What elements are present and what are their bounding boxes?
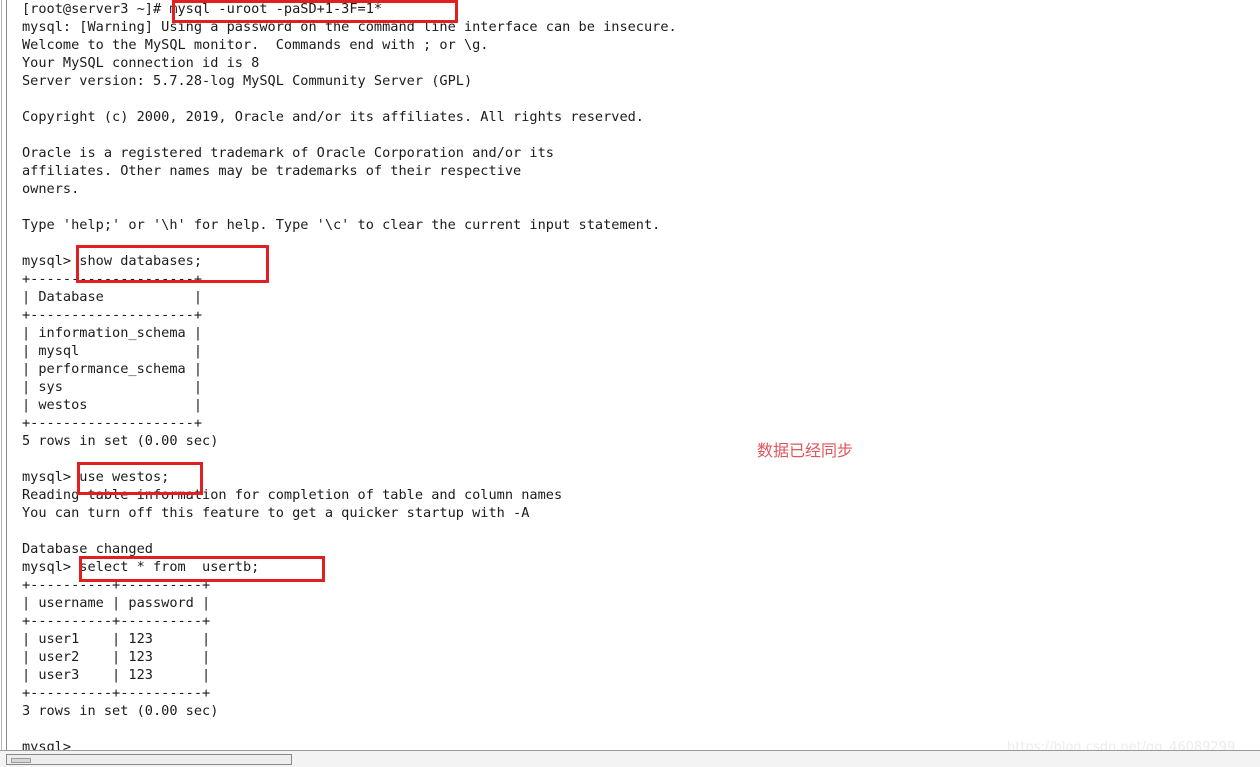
terminal-line: 5 rows in set (0.00 sec) (22, 433, 219, 449)
terminal-line: | user1 | 123 | (22, 631, 211, 647)
terminal-line: +--------------------+ (22, 271, 203, 287)
terminal-line: | performance_schema | (22, 361, 203, 377)
terminal-line: affiliates. Other names may be trademark… (22, 163, 522, 179)
terminal-line: mysql> show databases; (22, 253, 203, 269)
terminal-line: mysql> select * from usertb; (22, 559, 260, 575)
terminal-line: Database changed (22, 541, 153, 557)
terminal-line: Your MySQL connection id is 8 (22, 55, 260, 71)
terminal-line: +----------+----------+ (22, 577, 211, 593)
terminal-line: mysql: [Warning] Using a password on the… (22, 19, 677, 35)
terminal-line: Copyright (c) 2000, 2019, Oracle and/or … (22, 109, 644, 125)
terminal-line: | information_schema | (22, 325, 203, 341)
horizontal-scrollbar-grip[interactable] (11, 758, 31, 763)
terminal-line: +--------------------+ (22, 415, 203, 431)
terminal-line: | mysql | (22, 343, 203, 359)
horizontal-scrollbar-thumb[interactable] (6, 754, 292, 765)
terminal-line: 3 rows in set (0.00 sec) (22, 703, 219, 719)
terminal-line: | Database | (22, 289, 203, 305)
terminal-line: [root@server3 ~]# mysql -uroot -paSD+1-3… (22, 1, 383, 17)
terminal-line: Welcome to the MySQL monitor. Commands e… (22, 37, 489, 53)
terminal-line: +----------+----------+ (22, 613, 211, 629)
terminal-line: Oracle is a registered trademark of Orac… (22, 145, 554, 161)
annotation-data-synced: 数据已经同步 (757, 441, 854, 460)
terminal-line: mysql> use westos; (22, 469, 170, 485)
terminal-line: +----------+----------+ (22, 685, 211, 701)
terminal-line: | sys | (22, 379, 203, 395)
terminal-output[interactable]: [root@server3 ~]# mysql -uroot -paSD+1-3… (22, 0, 1252, 756)
terminal-window[interactable]: [root@server3 ~]# mysql -uroot -paSD+1-3… (0, 0, 1260, 755)
terminal-line: | westos | (22, 397, 203, 413)
terminal-line: | user2 | 123 | (22, 649, 211, 665)
terminal-line: You can turn off this feature to get a q… (22, 505, 530, 521)
terminal-line: +--------------------+ (22, 307, 203, 323)
terminal-line: Reading table information for completion… (22, 487, 563, 503)
terminal-line: owners. (22, 181, 80, 197)
terminal-line: Type 'help;' or '\h' for help. Type '\c'… (22, 217, 661, 233)
terminal-line: | username | password | (22, 595, 211, 611)
terminal-line: | user3 | 123 | (22, 667, 211, 683)
terminal-line: Server version: 5.7.28-log MySQL Communi… (22, 73, 473, 89)
